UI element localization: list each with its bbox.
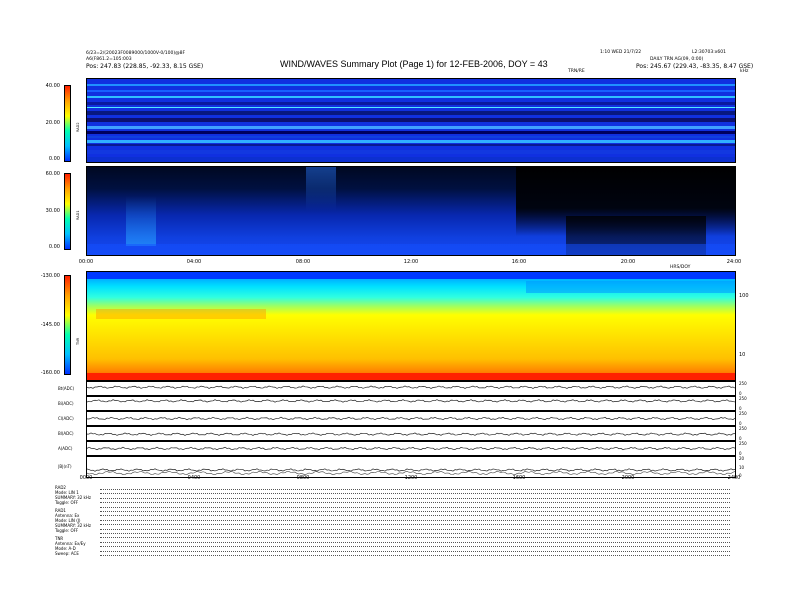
b-series-2 — [87, 416, 735, 421]
config-dotted-row — [100, 524, 730, 526]
trn-label: TRN/RE — [568, 69, 585, 74]
header-right-line1: 1:10 WED 21/7/22 — [600, 50, 642, 55]
rad-xtick-3: 12:00 — [403, 259, 419, 265]
config-dotted-row — [100, 519, 730, 521]
tnr-right-tick-100: 100 — [739, 293, 749, 299]
header-left-line1: 6/23=2/(20023F0089000/1000V-0/100)@8F — [86, 51, 186, 56]
config-dotted-row — [100, 506, 730, 508]
b-xtick-0: 0000 — [79, 475, 93, 481]
b-xtick-1: 0400 — [187, 475, 201, 481]
b-panel-3 — [86, 426, 736, 441]
b-panel-line-0 — [87, 385, 735, 389]
b-panel-line-3 — [87, 432, 735, 436]
rad1-colorbar-tick-mid: 30.00 — [45, 208, 60, 214]
config-dotted-row — [100, 489, 730, 490]
tnr-axis-label: TNR — [76, 337, 80, 345]
config-dotted-row — [100, 550, 730, 552]
b-xtick-5: 2000 — [621, 475, 635, 481]
rad-xtick-0: 00:00 — [78, 259, 94, 265]
rad1-colorbar-tick-bottom: 0.00 — [48, 244, 60, 250]
b-panel-1-right-tick-0: 250 — [739, 396, 747, 401]
tnr-colorbar-tick-top: -130.00 — [40, 273, 60, 279]
config-dotted-row — [100, 502, 730, 504]
tnr-right-tick-10: 10 — [739, 352, 746, 358]
b-panel-label-2: Cl(ADC) — [58, 415, 74, 421]
b-panel-label-3: Bl(ADC) — [58, 430, 74, 436]
b-panel-4 — [86, 441, 736, 456]
b-panel-line-1 — [87, 399, 735, 403]
config-dotted-row — [100, 533, 730, 534]
tnr-spectrogram — [86, 271, 736, 381]
rad2-colorbar-tick-mid: 20.00 — [45, 120, 60, 126]
rad2-colorbar-tick-bottom: 0.00 — [48, 156, 60, 162]
b-xtick-3: 1200 — [404, 475, 418, 481]
rad2-colorbar — [64, 85, 71, 162]
config-rad1-toggle: Toggle: OFF — [55, 528, 79, 533]
tnr-colorbar-tick-bottom: -160.00 — [40, 370, 60, 376]
rad2-axis-label: RAD2 — [76, 122, 80, 132]
rad-xtick-2: 08:00 — [295, 259, 311, 265]
b-panel-1 — [86, 396, 736, 411]
config-dotted-row — [100, 493, 730, 495]
header-left-position: Pos: 247.83 (228.85, -92.33, 8.15 GSE) — [86, 63, 204, 70]
config-dotted-row — [100, 528, 730, 530]
b-series-0 — [87, 385, 735, 389]
rad1-axis-label: RAD1 — [76, 210, 80, 220]
header-right-position: Pos: 245.67 (229.43, -83.35, 8.47 GSE) — [636, 63, 754, 70]
rad-xtick-4: 16:00 — [511, 259, 527, 265]
rad-xtick-6: 24:00 — [726, 259, 742, 265]
config-dotted-row — [100, 537, 730, 539]
b-xtick-6: 2400 — [727, 475, 741, 481]
rad1-colorbar-tick-top: 60.00 — [45, 171, 60, 177]
b-panel-label-5: |B|(nT) — [58, 464, 72, 469]
b-xtick-4: 1600 — [512, 475, 526, 481]
config-dotted-row — [100, 511, 730, 512]
b-xtick-2: 0800 — [296, 475, 310, 481]
rad2-colorbar-tick-top: 40.00 — [45, 83, 60, 89]
rad-xtick-5: 20:00 — [620, 259, 636, 265]
b-panel-line-5 — [87, 468, 735, 476]
config-dotted-row — [100, 555, 730, 556]
header-right-line2: DAILY TRN AG(09, 0:00) — [650, 57, 704, 62]
tnr-colorbar — [64, 275, 71, 375]
plot-title: WIND/WAVES Summary Plot (Page 1) for 12-… — [280, 59, 548, 69]
b-panel-line-2 — [87, 416, 735, 421]
b-panel-3-right-tick-0: 250 — [739, 426, 747, 431]
b-panel-2 — [86, 411, 736, 426]
config-dotted-row — [100, 546, 730, 548]
b-panel-2-right-tick-0: 250 — [739, 411, 747, 416]
header-right-line1b: L2:30703:x601 — [692, 50, 726, 55]
config-dotted-row — [100, 515, 730, 517]
b-panel-5-right-tick-0: 20 — [739, 456, 745, 461]
b-series-1 — [87, 399, 735, 403]
b-panel-label-0: Bt(ADC) — [58, 385, 75, 391]
khz-label: kHz — [740, 69, 749, 74]
b-panel-4-right-tick-0: 250 — [739, 441, 747, 446]
rad1-colorbar — [64, 173, 71, 250]
config-dotted-row — [100, 541, 730, 543]
header-left-line2: A6(F861.2=105:003 — [86, 57, 132, 62]
hours-doy-label: HRS/DOY — [670, 265, 691, 270]
config-tnr-sweep: Sweep: ACE — [55, 551, 79, 556]
rad1-spectrogram — [86, 166, 736, 256]
b-series-5 — [87, 468, 735, 472]
b-panel-line-4 — [87, 446, 735, 451]
b-series-3 — [87, 432, 735, 436]
rad-xtick-1: 04:00 — [186, 259, 202, 265]
config-dotted-row — [100, 497, 730, 499]
rad2-spectrogram — [86, 78, 736, 163]
b-panel-label-4: A(ADC) — [58, 445, 73, 451]
b-panel-0 — [86, 381, 736, 396]
config-rad2-toggle: Toggle: OFF — [55, 500, 79, 505]
b-panel-0-right-tick-0: 250 — [739, 381, 747, 386]
b-panel-5-right-tick-1: 10 — [739, 464, 745, 470]
tnr-colorbar-tick-mid: -145.00 — [40, 322, 60, 328]
b-panel-label-1: Bi(ADC) — [58, 400, 74, 406]
b-series-4 — [87, 446, 735, 451]
